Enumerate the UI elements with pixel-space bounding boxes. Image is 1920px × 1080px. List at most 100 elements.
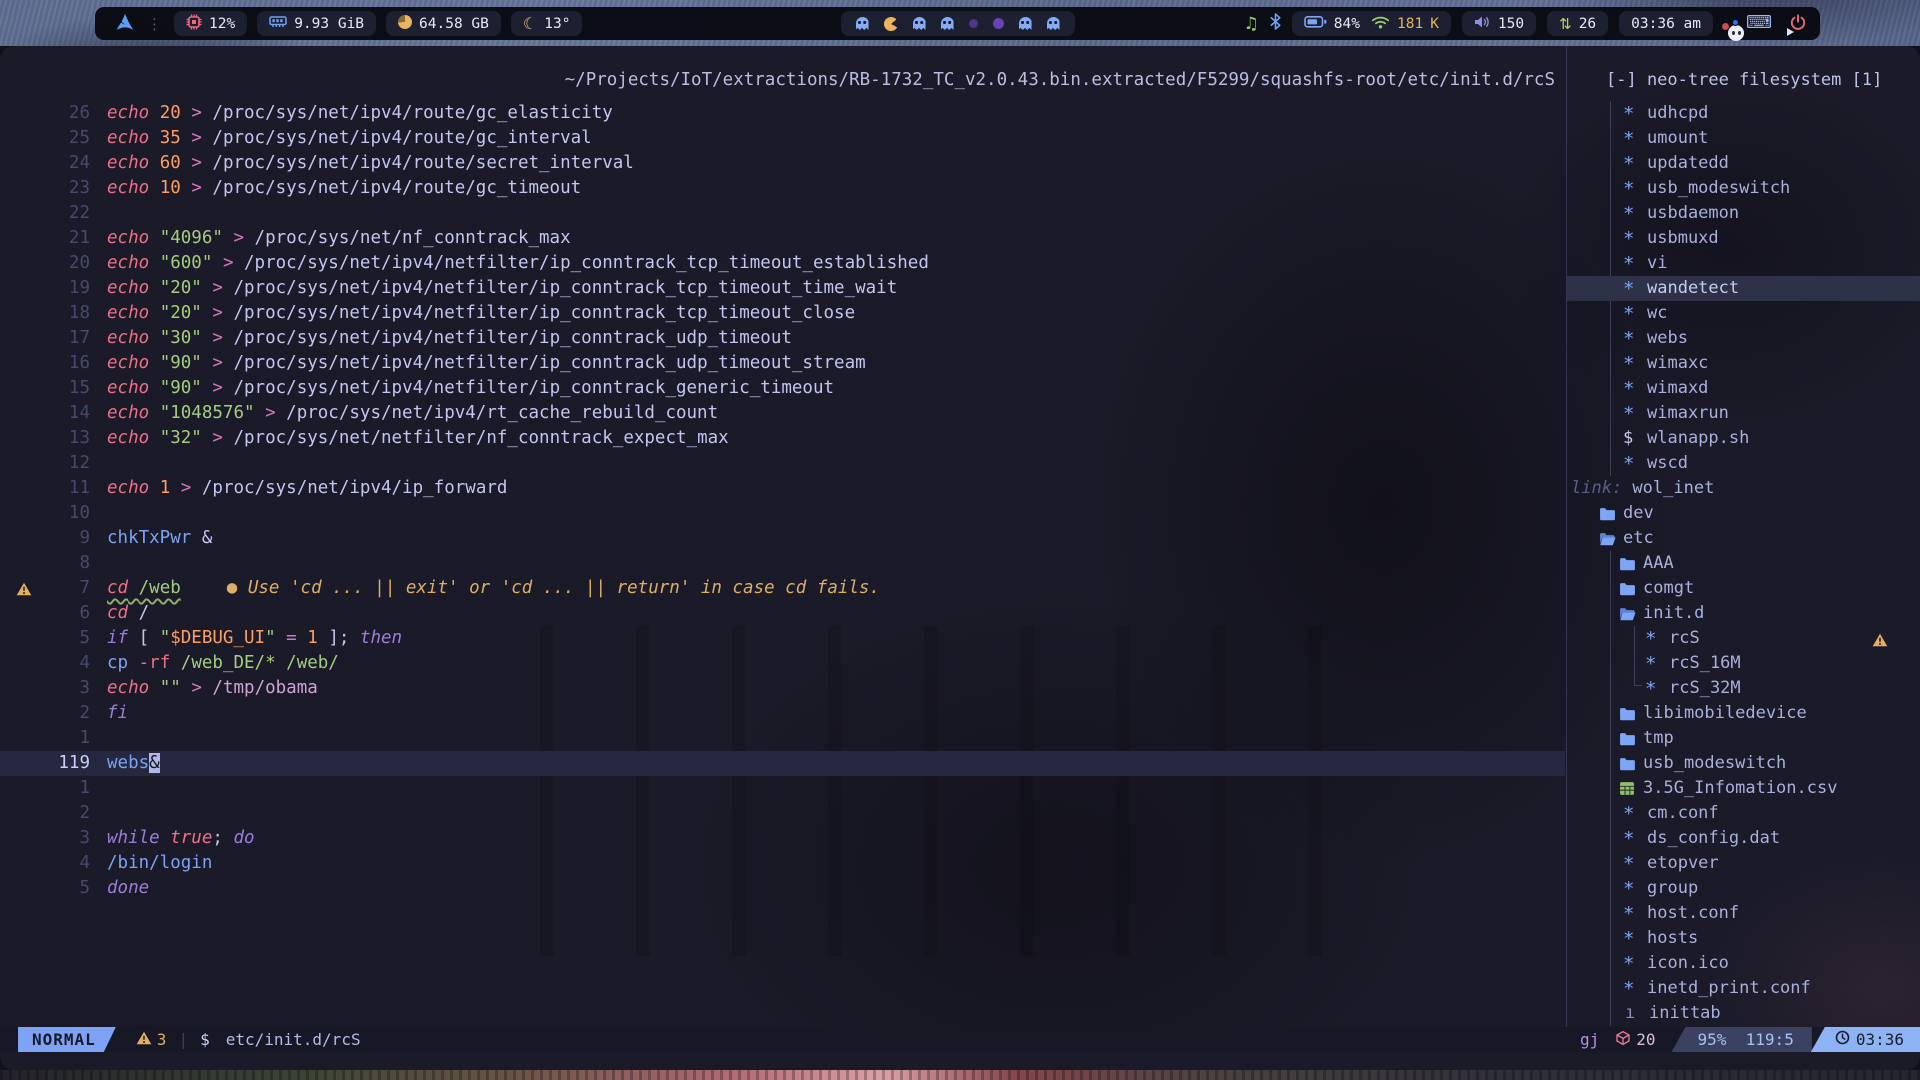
code-line[interactable]: 24echo 60 > /proc/sys/net/ipv4/route/sec… <box>0 151 1565 176</box>
code-line[interactable]: 1 <box>0 726 1565 751</box>
tree-item-group[interactable]: *group <box>1567 876 1920 901</box>
tree-item-dev[interactable]: dev <box>1567 501 1920 526</box>
tree-item-webs[interactable]: *webs <box>1567 326 1920 351</box>
tree-item-libimobiledevice[interactable]: libimobiledevice <box>1567 701 1920 726</box>
tree-item-inittab[interactable]: ıinittab <box>1567 1001 1920 1026</box>
tree-item-comgt[interactable]: comgt <box>1567 576 1920 601</box>
code-line[interactable]: 26echo 20 > /proc/sys/net/ipv4/route/gc_… <box>0 101 1565 126</box>
tree-item-udhcpd[interactable]: *udhcpd <box>1567 101 1920 126</box>
code-line[interactable]: 7cd /web● Use 'cd ... || exit' or 'cd ..… <box>0 576 1565 601</box>
volume-widget[interactable]: 150 <box>1462 11 1536 36</box>
music-icon[interactable]: ♫ <box>1244 14 1259 34</box>
code-line[interactable]: 3echo "" > /tmp/obama <box>0 676 1565 701</box>
code-line[interactable]: 11echo 1 > /proc/sys/net/ipv4/ip_forward <box>0 476 1565 501</box>
tree-item-updatedd[interactable]: *updatedd <box>1567 151 1920 176</box>
code-line[interactable]: 2 <box>0 801 1565 826</box>
code-line[interactable]: 2fi <box>0 701 1565 726</box>
memory-value: 9.93 GiB <box>294 16 364 32</box>
menu-dots-icon[interactable]: ⋮ <box>147 15 162 33</box>
tree-item-wol_inet[interactable]: link: wol_inet <box>1567 476 1920 501</box>
tree-item-label: wimaxd <box>1647 376 1708 401</box>
code-line[interactable]: 25echo 35 > /proc/sys/net/ipv4/route/gc_… <box>0 126 1565 151</box>
arch-menu-icon[interactable] <box>115 12 135 36</box>
workspace-ghost-icon[interactable] <box>1047 17 1060 30</box>
code-line[interactable]: 12 <box>0 451 1565 476</box>
tree-item-etopver[interactable]: *etopver <box>1567 851 1920 876</box>
code-line[interactable]: 119webs& <box>0 751 1565 776</box>
code-line[interactable]: 4/bin/login <box>0 851 1565 876</box>
clock-widget[interactable]: 03:36 am <box>1619 11 1713 36</box>
tree-item-usbdaemon[interactable]: *usbdaemon <box>1567 201 1920 226</box>
workspace-dot-icon[interactable] <box>969 19 978 28</box>
workspace-ghost-icon[interactable] <box>1019 17 1032 30</box>
tree-item-AAA[interactable]: AAA <box>1567 551 1920 576</box>
tree-item-ds_config.dat[interactable]: *ds_config.dat <box>1567 826 1920 851</box>
tree-item-init.d[interactable]: init.d <box>1567 601 1920 626</box>
code-line[interactable]: 8 <box>0 551 1565 576</box>
workspace-switcher[interactable] <box>841 11 1075 36</box>
editor-pane[interactable]: ~/Projects/IoT/extractions/RB-1732_TC_v2… <box>0 46 1565 1070</box>
tree-item-vi[interactable]: *vi <box>1567 251 1920 276</box>
code-line[interactable]: 22 <box>0 201 1565 226</box>
tree-item-3.5G_Infomation.csv[interactable]: 3.5G_Infomation.csv <box>1567 776 1920 801</box>
code-line[interactable]: 4cp -rf /web_DE/* /web/ <box>0 651 1565 676</box>
workspace-ghost-icon[interactable] <box>856 17 869 30</box>
tree-item-umount[interactable]: *umount <box>1567 126 1920 151</box>
code-buffer[interactable]: 26echo 20 > /proc/sys/net/ipv4/route/gc_… <box>0 101 1565 901</box>
code-line[interactable]: 17echo "30" > /proc/sys/net/ipv4/netfilt… <box>0 326 1565 351</box>
tree-item-host.conf[interactable]: *host.conf <box>1567 901 1920 926</box>
code-line[interactable]: 18echo "20" > /proc/sys/net/ipv4/netfilt… <box>0 301 1565 326</box>
tree-item-wscd[interactable]: *wscd <box>1567 451 1920 476</box>
tree-item-rcS[interactable]: *rcS <box>1567 626 1920 651</box>
code-line[interactable]: 3while true; do <box>0 826 1565 851</box>
neotree-sidebar[interactable]: [-] neo-tree filesystem [1] *udhcpd*umou… <box>1566 46 1920 1070</box>
tree-item-rcS_16M[interactable]: *rcS_16M <box>1567 651 1920 676</box>
memory-widget[interactable]: 9.93 GiB <box>257 11 376 36</box>
gutter-sign <box>16 276 36 301</box>
updates-widget[interactable]: ⇅ 26 <box>1547 11 1608 36</box>
tree-item-wc[interactable]: *wc <box>1567 301 1920 326</box>
tree-item-wimaxd[interactable]: *wimaxd <box>1567 376 1920 401</box>
tree-item-wimaxc[interactable]: *wimaxc <box>1567 351 1920 376</box>
disk-widget[interactable]: 64.58 GB <box>386 11 501 36</box>
tree-item-cm.conf[interactable]: *cm.conf <box>1567 801 1920 826</box>
line-number: 25 <box>36 126 90 151</box>
workspace-ghost-icon[interactable] <box>941 17 954 30</box>
temperature-widget[interactable]: ☾13° <box>511 11 583 36</box>
tree-item-icon.ico[interactable]: *icon.ico <box>1567 951 1920 976</box>
code-line[interactable]: 16echo "90" > /proc/sys/net/ipv4/netfilt… <box>0 351 1565 376</box>
tree-item-etc[interactable]: etc <box>1567 526 1920 551</box>
tree-item-inetd_print.conf[interactable]: *inetd_print.conf <box>1567 976 1920 1001</box>
code-line[interactable]: 19echo "20" > /proc/sys/net/ipv4/netfilt… <box>0 276 1565 301</box>
command-line[interactable] <box>0 1052 1920 1070</box>
tree-item-usb_modeswitch[interactable]: usb_modeswitch <box>1567 751 1920 776</box>
tree-item-rcS_32M[interactable]: *rcS_32M <box>1567 676 1920 701</box>
tree-item-usbmuxd[interactable]: *usbmuxd <box>1567 226 1920 251</box>
code-line[interactable]: 20echo "600" > /proc/sys/net/ipv4/netfil… <box>0 251 1565 276</box>
script-file-icon: $ <box>1623 426 1647 451</box>
battery-network-widget[interactable]: 84% 181 K <box>1292 11 1451 36</box>
tree-item-wlanapp.sh[interactable]: $wlanapp.sh <box>1567 426 1920 451</box>
code-line[interactable]: 5if [ "$DEBUG_UI" = 1 ]; then <box>0 626 1565 651</box>
code-line[interactable]: 6cd / <box>0 601 1565 626</box>
bluetooth-icon[interactable] <box>1270 13 1281 34</box>
code-line[interactable]: 23echo 10 > /proc/sys/net/ipv4/route/gc_… <box>0 176 1565 201</box>
tree-item-tmp[interactable]: tmp <box>1567 726 1920 751</box>
workspace-ghost-icon[interactable] <box>913 17 926 30</box>
tree-item-wandetect[interactable]: *wandetect <box>1567 276 1920 301</box>
workspace-dot-icon[interactable] <box>993 18 1004 29</box>
workspace-pacman-icon[interactable] <box>884 17 898 31</box>
code-line[interactable]: 13echo "32" > /proc/sys/net/netfilter/nf… <box>0 426 1565 451</box>
tree-item-wimaxrun[interactable]: *wimaxrun <box>1567 401 1920 426</box>
tree-item-hosts[interactable]: *hosts <box>1567 926 1920 951</box>
keyboard-icon[interactable]: ⌨ <box>1746 15 1772 32</box>
code-line[interactable]: 21echo "4096" > /proc/sys/net/nf_conntra… <box>0 226 1565 251</box>
code-line[interactable]: 14echo "1048576" > /proc/sys/net/ipv4/rt… <box>0 401 1565 426</box>
code-line[interactable]: 9chkTxPwr & <box>0 526 1565 551</box>
code-line[interactable]: 10 <box>0 501 1565 526</box>
code-line[interactable]: 5done <box>0 876 1565 901</box>
tree-item-usb_modeswitch[interactable]: *usb_modeswitch <box>1567 176 1920 201</box>
code-line[interactable]: 15echo "90" > /proc/sys/net/ipv4/netfilt… <box>0 376 1565 401</box>
cpu-widget[interactable]: 12% <box>174 11 247 36</box>
code-line[interactable]: 1 <box>0 776 1565 801</box>
